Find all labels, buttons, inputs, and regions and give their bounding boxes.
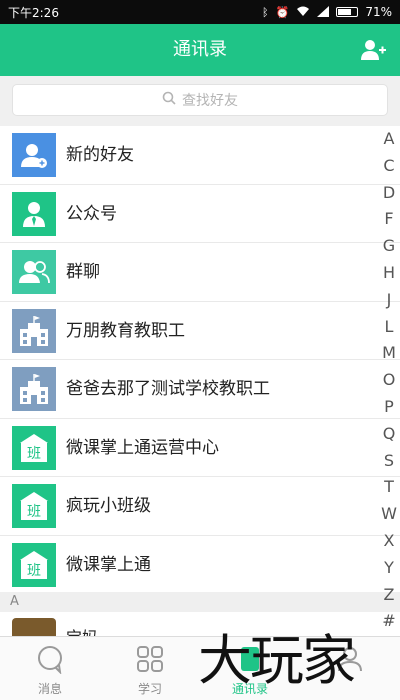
contact-new-friends[interactable]: 新的好友 [0, 126, 400, 185]
index-letter[interactable]: G [378, 233, 400, 260]
index-letter[interactable]: S [378, 448, 400, 475]
status-time: 下午2:26 [8, 5, 59, 20]
add-friend-icon[interactable] [360, 37, 386, 63]
class-badge: 班 [27, 504, 41, 520]
contact-school-staff-2[interactable]: 爸爸去那了测试学校教职工 [0, 360, 400, 419]
tab-study[interactable]: 学习 [100, 637, 200, 700]
search-input[interactable]: 查找好友 [12, 84, 388, 116]
alphabet-index[interactable]: A C D F G H J L M O P Q S T W X Y Z # [378, 126, 400, 635]
index-letter[interactable]: Q [378, 421, 400, 448]
contact-name: 微课掌上通 [66, 554, 151, 575]
index-letter[interactable]: O [378, 367, 400, 394]
class-badge: 班 [27, 563, 41, 579]
class-icon: 班 [12, 425, 56, 470]
index-letter[interactable]: H [378, 260, 400, 287]
school-building-icon [12, 308, 56, 353]
message-icon [35, 644, 65, 675]
index-letter[interactable]: D [378, 180, 400, 207]
contact-name: 新的好友 [66, 145, 134, 165]
page-title: 通讯录 [173, 39, 227, 60]
class-icon: 班 [12, 542, 56, 587]
top-bar: 通讯录 [0, 24, 400, 76]
wifi-icon [296, 6, 310, 19]
new-friend-icon [12, 133, 56, 177]
battery-percent: 71% [365, 5, 392, 19]
search-placeholder: 查找好友 [182, 93, 238, 109]
contact-school-staff-1[interactable]: 万朋教育教职工 [0, 301, 400, 360]
alarm-icon: ⏰ [275, 5, 290, 19]
contact-name: 微课掌上通运营中心 [66, 437, 219, 458]
group-chat-icon [12, 250, 56, 294]
contact-name: 爸爸去那了测试学校教职工 [66, 379, 270, 399]
contact-official-accounts[interactable]: 公众号 [0, 184, 400, 243]
index-letter[interactable]: A [378, 126, 400, 153]
index-letter[interactable]: C [378, 153, 400, 180]
index-letter[interactable]: M [378, 340, 400, 367]
signal-icon [317, 5, 330, 19]
watermark-text: 大玩家 [198, 629, 356, 692]
contact-class-3[interactable]: 班 微课掌上通 [0, 535, 400, 594]
bluetooth-icon: ᛒ [262, 5, 269, 19]
search-icon [162, 91, 176, 109]
index-letter[interactable]: Z [378, 582, 400, 609]
contact-list: 新的好友 公众号 群聊 万朋教育教职工 爸爸去那了测试学校教职工 班 微课掌上通… [0, 126, 400, 594]
index-letter[interactable]: J [378, 287, 400, 314]
avatar [12, 618, 56, 636]
index-letter[interactable]: F [378, 206, 400, 233]
battery-icon [336, 7, 359, 17]
contact-class-1[interactable]: 班 微课掌上通运营中心 [0, 418, 400, 477]
status-bar: 下午2:26 ᛒ ⏰ 71% [0, 0, 400, 24]
tab-label: 消息 [37, 682, 62, 696]
contact-name: 疯玩小班级 [66, 496, 151, 516]
study-grid-icon [135, 644, 165, 674]
index-letter[interactable]: T [378, 474, 400, 501]
contact-class-2[interactable]: 班 疯玩小班级 [0, 477, 400, 536]
index-letter[interactable]: L [378, 314, 400, 341]
search-area: 查找好友 [0, 76, 400, 126]
tab-label: 学习 [137, 682, 162, 696]
contact-name: 万朋教育教职工 [66, 320, 185, 341]
index-letter[interactable]: P [378, 394, 400, 421]
index-letter[interactable]: X [378, 528, 400, 555]
class-badge: 班 [27, 446, 41, 462]
index-letter[interactable]: W [378, 501, 400, 528]
school-building-icon [12, 367, 56, 411]
contact-group-chats[interactable]: 群聊 [0, 243, 400, 302]
class-icon: 班 [12, 484, 56, 528]
index-letter[interactable]: Y [378, 555, 400, 582]
contact-name: 公众号 [66, 203, 117, 224]
tab-messages[interactable]: 消息 [0, 637, 100, 700]
contact-name: 群聊 [66, 262, 100, 282]
contact-name: 宝妈 [66, 624, 98, 636]
official-account-icon [12, 191, 56, 236]
section-header-a: A [0, 592, 400, 612]
index-letter[interactable]: # [378, 608, 400, 635]
